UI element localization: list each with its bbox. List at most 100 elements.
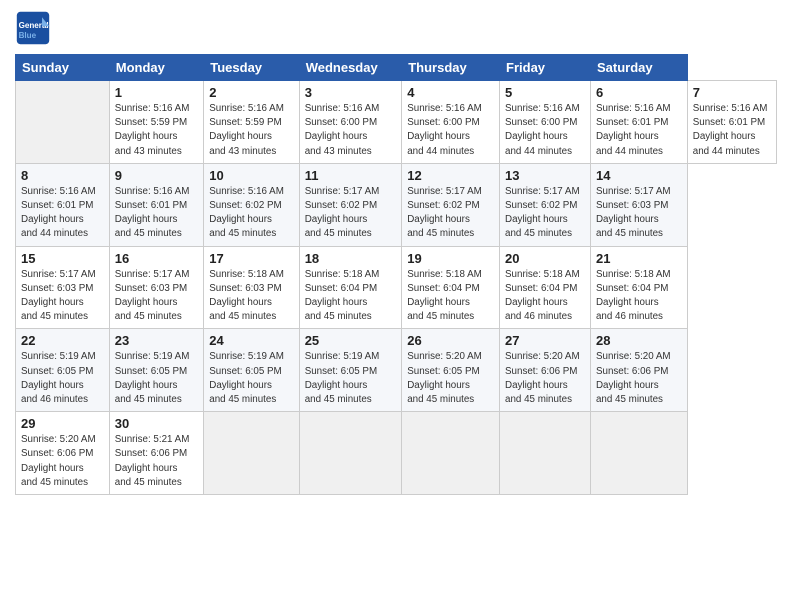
- day-number: 23: [115, 333, 199, 348]
- day-cell-25: 25 Sunrise: 5:19 AM Sunset: 6:05 PM Dayl…: [299, 329, 402, 412]
- day-cell-10: 10 Sunrise: 5:16 AM Sunset: 6:02 PM Dayl…: [204, 163, 299, 246]
- day-info: Sunrise: 5:16 AM Sunset: 6:01 PM Dayligh…: [115, 185, 199, 242]
- day-cell-2: 2 Sunrise: 5:16 AM Sunset: 5:59 PM Dayli…: [204, 81, 299, 164]
- day-cell-13: 13 Sunrise: 5:17 AM Sunset: 6:02 PM Dayl…: [500, 163, 591, 246]
- day-info: Sunrise: 5:20 AM Sunset: 6:06 PM Dayligh…: [21, 433, 104, 490]
- day-number: 20: [505, 251, 585, 266]
- day-number: 26: [407, 333, 494, 348]
- day-info: Sunrise: 5:18 AM Sunset: 6:04 PM Dayligh…: [596, 268, 682, 325]
- svg-text:Blue: Blue: [19, 31, 37, 40]
- week-row-4: 22 Sunrise: 5:19 AM Sunset: 6:05 PM Dayl…: [16, 329, 777, 412]
- day-number: 3: [305, 85, 397, 100]
- empty-cell: [402, 412, 500, 495]
- day-number: 8: [21, 168, 104, 183]
- day-info: Sunrise: 5:19 AM Sunset: 6:05 PM Dayligh…: [115, 350, 199, 407]
- day-number: 29: [21, 416, 104, 431]
- day-info: Sunrise: 5:19 AM Sunset: 6:05 PM Dayligh…: [305, 350, 397, 407]
- day-info: Sunrise: 5:18 AM Sunset: 6:03 PM Dayligh…: [209, 268, 293, 325]
- day-cell-1: 1 Sunrise: 5:16 AM Sunset: 5:59 PM Dayli…: [109, 81, 204, 164]
- day-number: 28: [596, 333, 682, 348]
- day-number: 7: [693, 85, 771, 100]
- day-cell-18: 18 Sunrise: 5:18 AM Sunset: 6:04 PM Dayl…: [299, 246, 402, 329]
- week-row-2: 8 Sunrise: 5:16 AM Sunset: 6:01 PM Dayli…: [16, 163, 777, 246]
- day-cell-27: 27 Sunrise: 5:20 AM Sunset: 6:06 PM Dayl…: [500, 329, 591, 412]
- logo: General Blue: [15, 10, 57, 46]
- day-info: Sunrise: 5:17 AM Sunset: 6:02 PM Dayligh…: [305, 185, 397, 242]
- day-info: Sunrise: 5:19 AM Sunset: 6:05 PM Dayligh…: [21, 350, 104, 407]
- weekday-tuesday: Tuesday: [204, 55, 299, 81]
- day-cell-16: 16 Sunrise: 5:17 AM Sunset: 6:03 PM Dayl…: [109, 246, 204, 329]
- day-info: Sunrise: 5:20 AM Sunset: 6:06 PM Dayligh…: [596, 350, 682, 407]
- day-cell-3: 3 Sunrise: 5:16 AM Sunset: 6:00 PM Dayli…: [299, 81, 402, 164]
- day-number: 4: [407, 85, 494, 100]
- day-number: 14: [596, 168, 682, 183]
- day-number: 6: [596, 85, 682, 100]
- day-number: 18: [305, 251, 397, 266]
- day-cell-29: 29 Sunrise: 5:20 AM Sunset: 6:06 PM Dayl…: [16, 412, 110, 495]
- day-info: Sunrise: 5:16 AM Sunset: 5:59 PM Dayligh…: [115, 102, 199, 159]
- day-number: 24: [209, 333, 293, 348]
- day-info: Sunrise: 5:17 AM Sunset: 6:02 PM Dayligh…: [407, 185, 494, 242]
- day-info: Sunrise: 5:16 AM Sunset: 6:01 PM Dayligh…: [596, 102, 682, 159]
- day-number: 22: [21, 333, 104, 348]
- day-number: 16: [115, 251, 199, 266]
- empty-cell: [204, 412, 299, 495]
- day-number: 17: [209, 251, 293, 266]
- day-cell-8: 8 Sunrise: 5:16 AM Sunset: 6:01 PM Dayli…: [16, 163, 110, 246]
- empty-cell: [500, 412, 591, 495]
- day-number: 13: [505, 168, 585, 183]
- day-cell-21: 21 Sunrise: 5:18 AM Sunset: 6:04 PM Dayl…: [590, 246, 687, 329]
- day-info: Sunrise: 5:18 AM Sunset: 6:04 PM Dayligh…: [305, 268, 397, 325]
- day-cell-19: 19 Sunrise: 5:18 AM Sunset: 6:04 PM Dayl…: [402, 246, 500, 329]
- page-header: General Blue: [15, 10, 777, 46]
- day-info: Sunrise: 5:16 AM Sunset: 6:01 PM Dayligh…: [21, 185, 104, 242]
- day-info: Sunrise: 5:16 AM Sunset: 6:02 PM Dayligh…: [209, 185, 293, 242]
- weekday-friday: Friday: [500, 55, 591, 81]
- day-info: Sunrise: 5:16 AM Sunset: 6:00 PM Dayligh…: [305, 102, 397, 159]
- day-cell-24: 24 Sunrise: 5:19 AM Sunset: 6:05 PM Dayl…: [204, 329, 299, 412]
- day-cell-22: 22 Sunrise: 5:19 AM Sunset: 6:05 PM Dayl…: [16, 329, 110, 412]
- day-info: Sunrise: 5:21 AM Sunset: 6:06 PM Dayligh…: [115, 433, 199, 490]
- day-info: Sunrise: 5:17 AM Sunset: 6:02 PM Dayligh…: [505, 185, 585, 242]
- day-cell-26: 26 Sunrise: 5:20 AM Sunset: 6:05 PM Dayl…: [402, 329, 500, 412]
- day-info: Sunrise: 5:19 AM Sunset: 6:05 PM Dayligh…: [209, 350, 293, 407]
- day-cell-28: 28 Sunrise: 5:20 AM Sunset: 6:06 PM Dayl…: [590, 329, 687, 412]
- day-cell-9: 9 Sunrise: 5:16 AM Sunset: 6:01 PM Dayli…: [109, 163, 204, 246]
- day-number: 21: [596, 251, 682, 266]
- day-number: 25: [305, 333, 397, 348]
- empty-cell: [16, 81, 110, 164]
- calendar-body: 1 Sunrise: 5:16 AM Sunset: 5:59 PM Dayli…: [16, 81, 777, 495]
- day-cell-6: 6 Sunrise: 5:16 AM Sunset: 6:01 PM Dayli…: [590, 81, 687, 164]
- day-number: 5: [505, 85, 585, 100]
- day-number: 1: [115, 85, 199, 100]
- day-info: Sunrise: 5:16 AM Sunset: 6:00 PM Dayligh…: [505, 102, 585, 159]
- logo-icon: General Blue: [15, 10, 51, 46]
- day-cell-23: 23 Sunrise: 5:19 AM Sunset: 6:05 PM Dayl…: [109, 329, 204, 412]
- day-number: 15: [21, 251, 104, 266]
- day-cell-5: 5 Sunrise: 5:16 AM Sunset: 6:00 PM Dayli…: [500, 81, 591, 164]
- day-number: 10: [209, 168, 293, 183]
- empty-cell: [299, 412, 402, 495]
- day-info: Sunrise: 5:16 AM Sunset: 6:01 PM Dayligh…: [693, 102, 771, 159]
- day-number: 19: [407, 251, 494, 266]
- day-cell-17: 17 Sunrise: 5:18 AM Sunset: 6:03 PM Dayl…: [204, 246, 299, 329]
- day-cell-30: 30 Sunrise: 5:21 AM Sunset: 6:06 PM Dayl…: [109, 412, 204, 495]
- weekday-thursday: Thursday: [402, 55, 500, 81]
- day-info: Sunrise: 5:17 AM Sunset: 6:03 PM Dayligh…: [21, 268, 104, 325]
- week-row-1: 1 Sunrise: 5:16 AM Sunset: 5:59 PM Dayli…: [16, 81, 777, 164]
- week-row-3: 15 Sunrise: 5:17 AM Sunset: 6:03 PM Dayl…: [16, 246, 777, 329]
- empty-cell: [590, 412, 687, 495]
- day-info: Sunrise: 5:20 AM Sunset: 6:05 PM Dayligh…: [407, 350, 494, 407]
- day-info: Sunrise: 5:18 AM Sunset: 6:04 PM Dayligh…: [407, 268, 494, 325]
- day-cell-11: 11 Sunrise: 5:17 AM Sunset: 6:02 PM Dayl…: [299, 163, 402, 246]
- day-info: Sunrise: 5:16 AM Sunset: 6:00 PM Dayligh…: [407, 102, 494, 159]
- day-cell-12: 12 Sunrise: 5:17 AM Sunset: 6:02 PM Dayl…: [402, 163, 500, 246]
- day-cell-15: 15 Sunrise: 5:17 AM Sunset: 6:03 PM Dayl…: [16, 246, 110, 329]
- week-row-5: 29 Sunrise: 5:20 AM Sunset: 6:06 PM Dayl…: [16, 412, 777, 495]
- day-info: Sunrise: 5:16 AM Sunset: 5:59 PM Dayligh…: [209, 102, 293, 159]
- day-number: 27: [505, 333, 585, 348]
- weekday-header-row: SundayMondayTuesdayWednesdayThursdayFrid…: [16, 55, 777, 81]
- weekday-sunday: Sunday: [16, 55, 110, 81]
- day-cell-20: 20 Sunrise: 5:18 AM Sunset: 6:04 PM Dayl…: [500, 246, 591, 329]
- day-info: Sunrise: 5:18 AM Sunset: 6:04 PM Dayligh…: [505, 268, 585, 325]
